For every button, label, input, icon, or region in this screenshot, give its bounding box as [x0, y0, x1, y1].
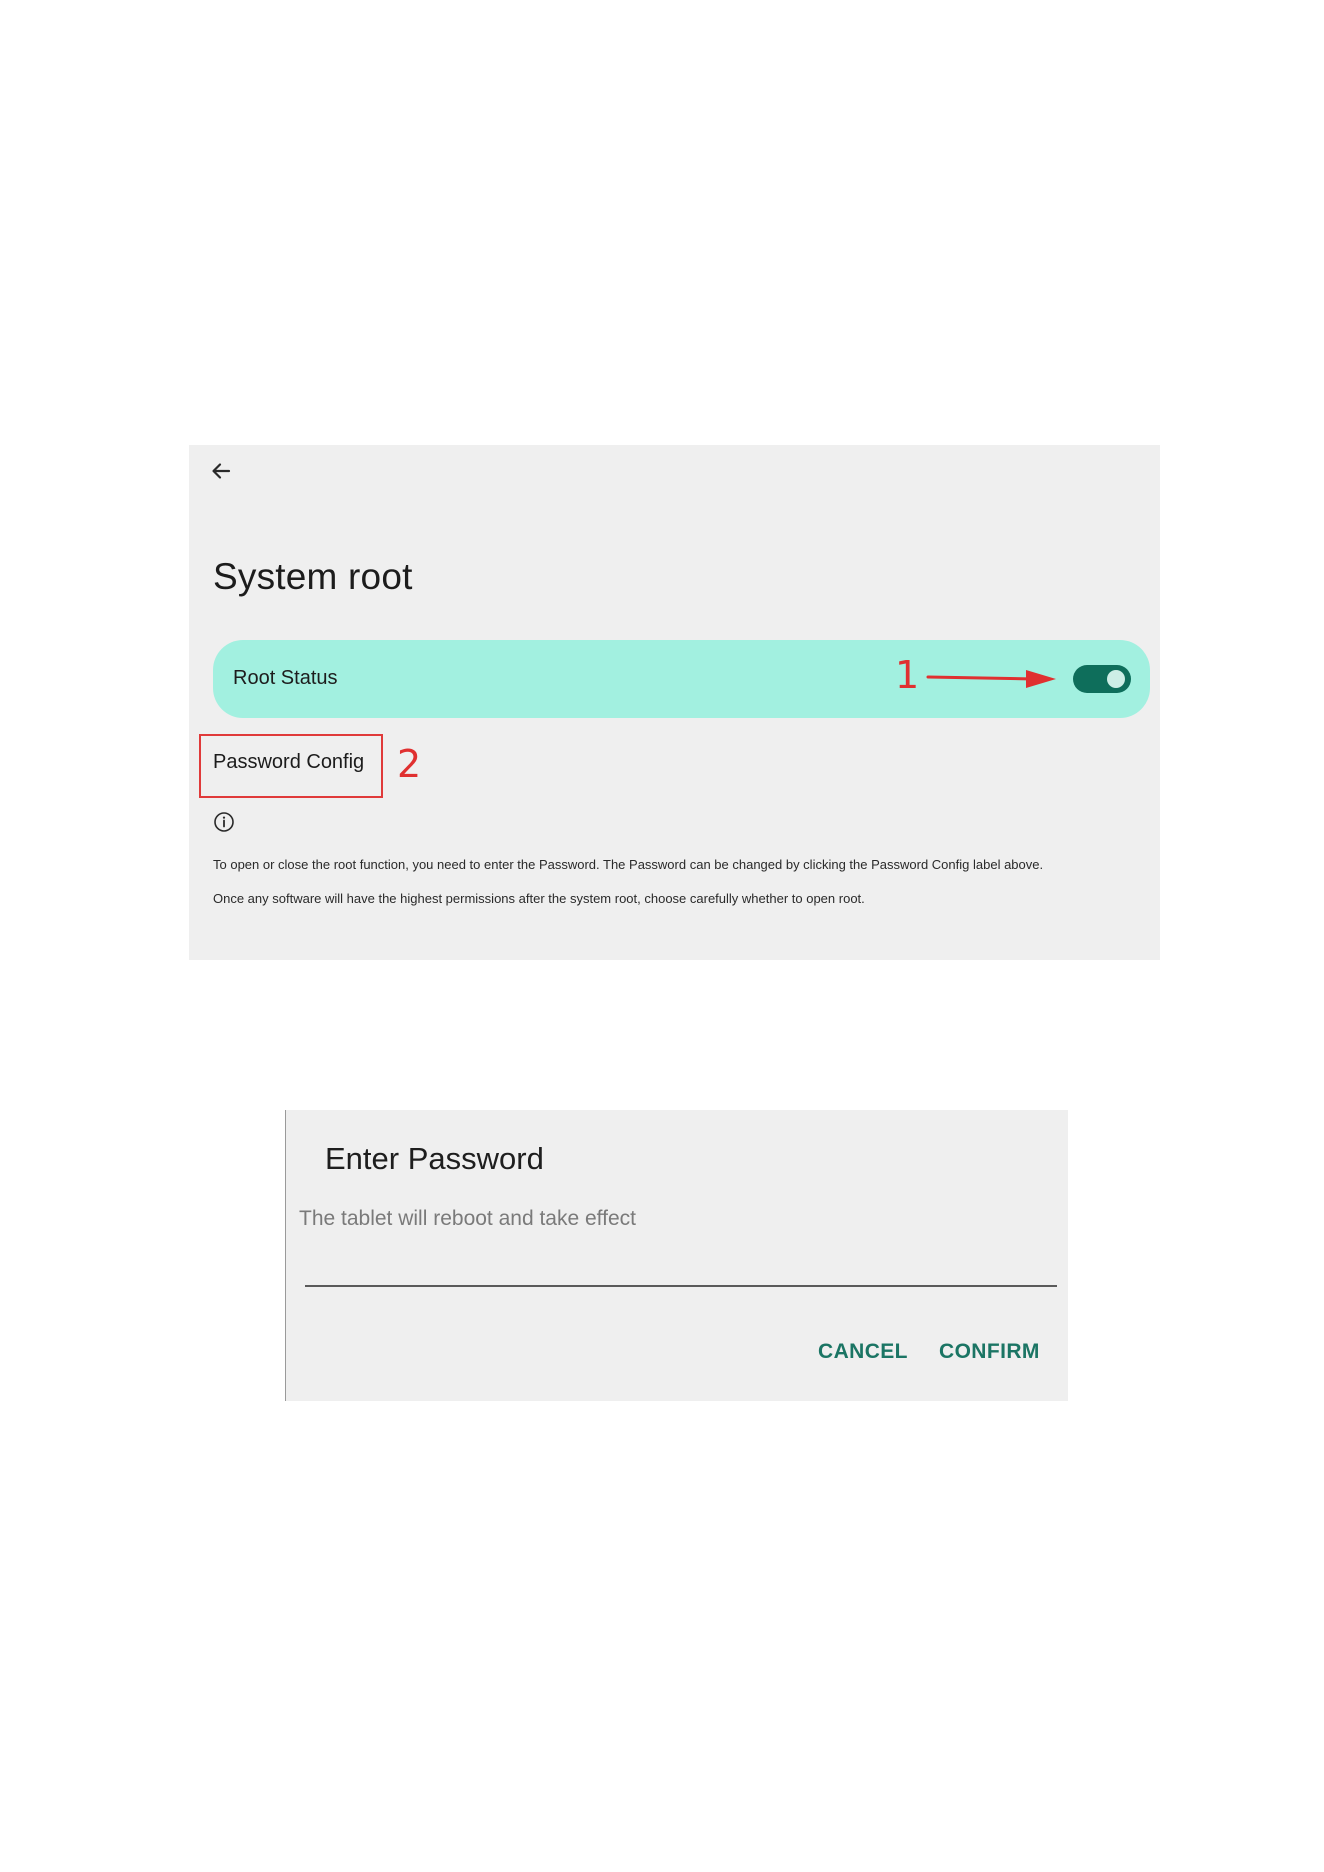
annotation-arrow-icon	[926, 670, 1056, 688]
password-input[interactable]	[305, 1245, 1057, 1287]
info-text-line: To open or close the root function, you …	[213, 857, 1044, 872]
page-title: System root	[213, 556, 413, 597]
confirm-button[interactable]: CONFIRM	[939, 1340, 1040, 1364]
annotation-step-2: 2	[397, 742, 422, 786]
cancel-button[interactable]: CANCEL	[818, 1340, 908, 1364]
info-icon	[213, 811, 235, 833]
dialog-title: Enter Password	[325, 1141, 544, 1176]
toggle-thumb	[1107, 670, 1125, 688]
dialog-message: The tablet will reboot and take effect	[299, 1207, 636, 1230]
info-text-line: Once any software will have the highest …	[213, 891, 865, 906]
annotation-step-1: 1	[895, 653, 920, 697]
root-status-toggle[interactable]	[1073, 665, 1131, 693]
root-status-label: Root Status	[233, 667, 338, 689]
system-root-settings-screen: System root Root Status Password Config …	[189, 445, 1160, 960]
password-field-wrap	[305, 1245, 1057, 1287]
enter-password-dialog: Enter Password The tablet will reboot an…	[285, 1110, 1068, 1401]
back-arrow-icon[interactable]	[207, 457, 235, 485]
annotation-highlight-box	[199, 734, 383, 798]
